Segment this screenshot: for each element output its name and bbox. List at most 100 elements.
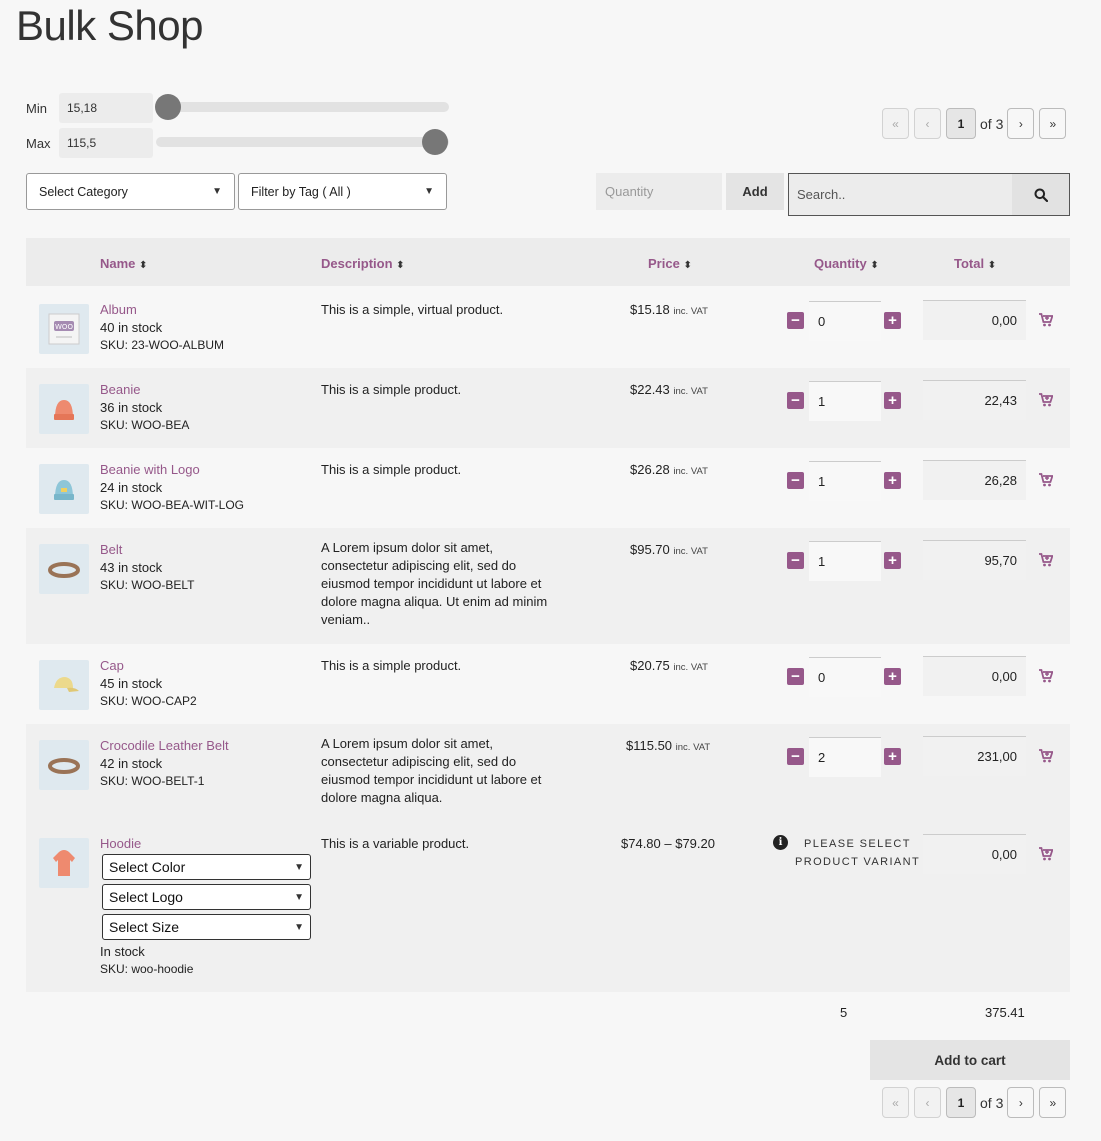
quantity-input[interactable]: 0: [809, 657, 881, 697]
product-thumbnail[interactable]: [39, 740, 89, 790]
plus-icon: +: [888, 668, 897, 685]
variant-color-select[interactable]: Select Color ▼: [102, 854, 311, 880]
add-to-cart-icon[interactable]: [1039, 553, 1053, 567]
line-total: 0,00: [923, 834, 1026, 874]
line-total: 95,70: [923, 540, 1026, 580]
search-input[interactable]: Search..: [797, 187, 845, 202]
quick-quantity-input[interactable]: Quantity: [596, 173, 722, 210]
quantity-input[interactable]: 2: [809, 737, 881, 777]
first-page-button[interactable]: «: [882, 1087, 909, 1118]
pagination-top: « ‹ 1 of 3 › »: [882, 108, 1071, 139]
product-price: $20.75 inc. VAT: [630, 658, 708, 673]
prev-page-button[interactable]: ‹: [914, 1087, 941, 1118]
product-name-link[interactable]: Belt: [100, 542, 122, 557]
product-thumbnail[interactable]: [39, 838, 89, 888]
first-page-button[interactable]: «: [882, 108, 909, 139]
category-select[interactable]: Select Category ▼: [26, 173, 235, 210]
product-sku: SKU: WOO-BELT: [100, 578, 195, 592]
current-page-button[interactable]: 1: [946, 108, 976, 139]
decrease-quantity-button[interactable]: −: [787, 748, 804, 765]
add-to-cart-icon[interactable]: [1039, 313, 1053, 327]
increase-quantity-button[interactable]: +: [884, 668, 901, 685]
variant-message-line-1: PLEASE SELECT: [804, 838, 911, 850]
prev-page-button[interactable]: ‹: [914, 108, 941, 139]
range-max-input[interactable]: 115,5: [59, 128, 153, 158]
product-name-link[interactable]: Beanie: [100, 382, 140, 397]
column-header-total[interactable]: Total ⬍: [954, 256, 996, 271]
product-price: $95.70 inc. VAT: [630, 542, 708, 557]
last-page-button[interactable]: »: [1039, 1087, 1067, 1118]
search-button[interactable]: [1012, 174, 1069, 215]
belt-image-icon: [48, 562, 80, 578]
product-sku: SKU: woo-hoodie: [100, 962, 194, 976]
add-to-cart-icon[interactable]: [1039, 847, 1053, 861]
product-sku: SKU: WOO-BEA: [100, 418, 190, 432]
product-thumbnail[interactable]: [39, 384, 89, 434]
range-min-track[interactable]: [156, 102, 449, 112]
increase-quantity-button[interactable]: +: [884, 392, 901, 409]
add-to-cart-icon[interactable]: [1039, 749, 1053, 763]
increase-quantity-button[interactable]: +: [884, 312, 901, 329]
decrease-quantity-button[interactable]: −: [787, 392, 804, 409]
quick-add-button[interactable]: Add: [726, 173, 784, 210]
column-header-name[interactable]: Name ⬍: [100, 256, 147, 271]
range-max-handle[interactable]: [422, 129, 448, 155]
quantity-input[interactable]: 1: [809, 381, 881, 421]
page-count: of 3: [980, 1094, 1004, 1111]
next-page-button[interactable]: ›: [1007, 108, 1035, 139]
plus-icon: +: [888, 748, 897, 765]
product-thumbnail[interactable]: [39, 660, 89, 710]
variant-size-select[interactable]: Select Size ▼: [102, 914, 311, 940]
increase-quantity-button[interactable]: +: [884, 472, 901, 489]
product-description: This is a simple product.: [321, 658, 462, 673]
decrease-quantity-button[interactable]: −: [787, 552, 804, 569]
stock-status: 24 in stock: [100, 480, 163, 495]
product-sku: SKU: WOO-BELT-1: [100, 774, 205, 788]
tag-select-value: Filter by Tag ( All ): [251, 184, 351, 199]
product-thumbnail[interactable]: WOO: [39, 304, 89, 354]
page-title: Bulk Shop: [16, 2, 203, 49]
stock-status: 40 in stock: [100, 320, 163, 335]
product-thumbnail[interactable]: [39, 544, 89, 594]
decrease-quantity-button[interactable]: −: [787, 668, 804, 685]
range-min-handle[interactable]: [155, 94, 181, 120]
product-name-link[interactable]: Hoodie: [100, 836, 141, 851]
quantity-input[interactable]: 1: [809, 461, 881, 501]
sort-icon: ⬍: [870, 260, 879, 271]
product-name-link[interactable]: Crocodile Leather Belt: [100, 738, 229, 753]
add-to-cart-icon[interactable]: [1039, 473, 1053, 487]
tag-select[interactable]: Filter by Tag ( All ) ▼: [238, 173, 447, 210]
decrease-quantity-button[interactable]: −: [787, 312, 804, 329]
add-to-cart-icon[interactable]: [1039, 393, 1053, 407]
add-to-cart-icon[interactable]: [1039, 669, 1053, 683]
minus-icon: −: [791, 552, 800, 569]
current-page-button[interactable]: 1: [946, 1087, 976, 1118]
next-page-button[interactable]: ›: [1007, 1087, 1035, 1118]
product-sku: SKU: WOO-BEA-WIT-LOG: [100, 498, 245, 512]
plus-icon: +: [888, 392, 897, 409]
product-sku: SKU: WOO-CAP2: [100, 694, 197, 708]
quantity-input[interactable]: 0: [809, 301, 881, 341]
product-name-link[interactable]: Cap: [100, 658, 124, 673]
product-thumbnail[interactable]: [39, 464, 89, 514]
range-min-input[interactable]: 15,18: [59, 93, 153, 123]
sort-icon: ⬍: [396, 260, 405, 271]
line-total: 0,00: [923, 300, 1026, 340]
column-header-quantity[interactable]: Quantity ⬍: [814, 256, 879, 271]
belt-image-icon: [48, 758, 80, 774]
last-page-button[interactable]: »: [1039, 108, 1067, 139]
stock-status: 45 in stock: [100, 676, 163, 691]
quantity-input[interactable]: 1: [809, 541, 881, 581]
product-name-link[interactable]: Album: [100, 302, 137, 317]
increase-quantity-button[interactable]: +: [884, 748, 901, 765]
add-to-cart-button[interactable]: Add to cart: [870, 1040, 1070, 1080]
decrease-quantity-button[interactable]: −: [787, 472, 804, 489]
column-header-price[interactable]: Price ⬍: [648, 256, 692, 271]
variant-logo-select[interactable]: Select Logo ▼: [102, 884, 311, 910]
column-header-description[interactable]: Description ⬍: [321, 256, 405, 271]
stock-status: In stock: [100, 944, 145, 959]
range-max-track[interactable]: [156, 137, 449, 147]
range-max-label: Max: [26, 136, 51, 151]
product-name-link[interactable]: Beanie with Logo: [100, 462, 200, 477]
increase-quantity-button[interactable]: +: [884, 552, 901, 569]
